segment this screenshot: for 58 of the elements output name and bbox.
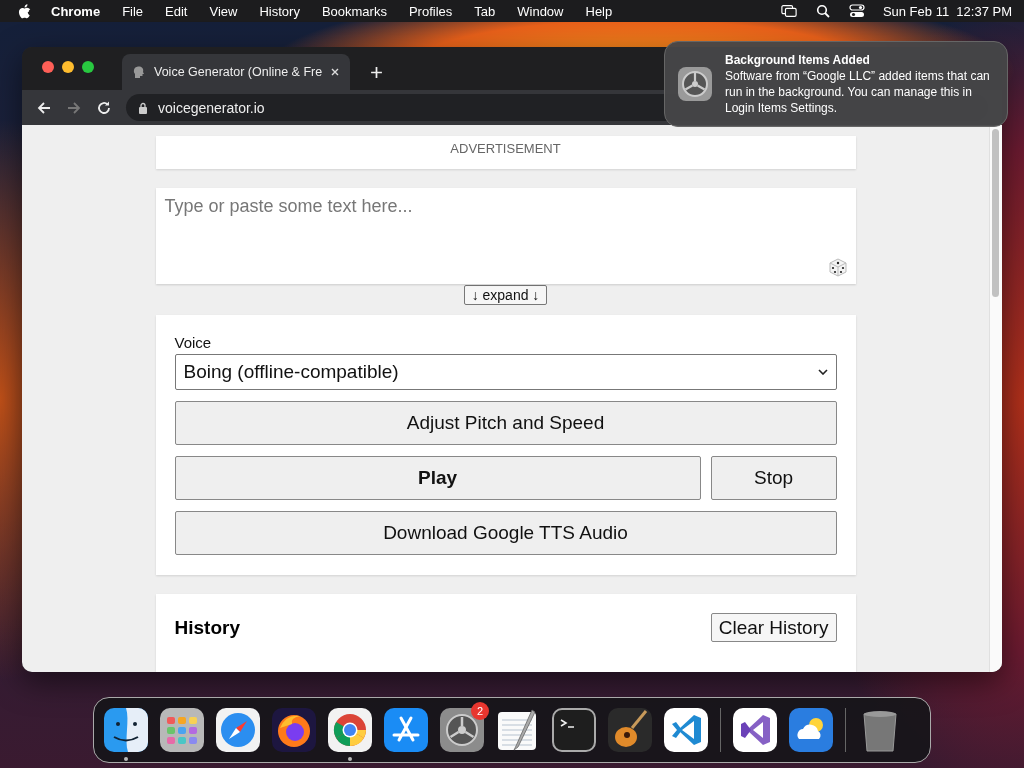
dice-icon[interactable] [826,256,849,278]
close-window-button[interactable] [42,60,54,73]
menu-item[interactable]: Window [517,3,564,19]
smiling-face-icon[interactable] [104,708,148,752]
code-editor-icon[interactable] [664,708,708,752]
history-heading: History [174,616,240,639]
advertisement-label: ADVERTISEMENT [450,141,561,156]
menu-item[interactable]: File [122,3,144,19]
fox-globe-icon[interactable] [272,708,316,752]
new-tab-icon[interactable] [370,66,383,79]
url-text: voicegenerator.io [158,99,265,116]
chevron-down-icon [817,369,828,375]
text-input-field[interactable]: Type or paste some text here... [155,188,856,284]
close-icon[interactable] [330,67,340,77]
menu-item[interactable]: Help [585,3,613,19]
expand-button[interactable]: ↓ expand ↓ [463,285,548,305]
back-arrow-icon[interactable] [36,99,52,116]
reload-icon[interactable] [96,99,112,116]
app-store-icon[interactable] [384,708,428,752]
gear-icon[interactable] [440,708,484,752]
menu-item[interactable]: Edit [165,3,188,19]
voice-dropdown[interactable]: Boing (offline-compatible) [174,354,837,390]
head-profile-icon [132,65,146,79]
apple-logo-icon[interactable] [18,3,31,19]
sun-cloud-icon[interactable] [789,708,833,752]
menu-item[interactable]: Tab [474,3,496,19]
terminal-icon[interactable] [552,708,596,752]
app-grid-icon[interactable] [160,708,204,752]
forward-arrow-icon[interactable] [66,99,82,116]
menu-item[interactable]: Profiles [408,3,453,19]
zoom-window-button[interactable] [82,60,94,73]
search-icon[interactable] [814,4,831,18]
guitar-icon[interactable] [608,708,652,752]
infinity-ribbon-icon[interactable] [733,708,777,752]
clear-history-button[interactable]: Clear History [710,613,837,642]
menu-item[interactable]: Chrome [51,3,101,19]
stop-button[interactable]: Stop [710,456,837,500]
notification-title: Background Items Added [725,52,871,68]
menu-item[interactable]: Bookmarks [321,3,387,19]
tab-title: Voice Generator (Online & Fre [154,65,322,79]
compass-icon[interactable] [216,708,260,752]
control-center-icon[interactable] [848,4,865,18]
browser-tab[interactable]: Voice Generator (Online & Fre [122,54,350,90]
menu-bar-clock[interactable]: Sun Feb 11 12:37 PM [882,3,1012,19]
menu-item[interactable]: History [259,3,300,19]
notification-toast[interactable]: Background Items Added Software from “Google LLC” added items that can run in the background. You can manage this in Login Items Settings. [664,41,1008,127]
menu-item[interactable]: View [209,3,238,19]
download-audio-button[interactable]: Download Google TTS Audio [174,511,837,555]
screen-mirroring-icon[interactable] [780,4,797,18]
lock-icon [138,101,148,114]
notification-badge: 2 [471,702,489,720]
chrome-icon[interactable] [328,708,372,752]
scrollbar-thumb[interactable] [992,129,999,297]
minimize-window-button[interactable] [62,60,74,73]
play-button[interactable]: Play [174,456,701,500]
voice-label: Voice [174,334,213,351]
adjust-pitch-speed-button[interactable]: Adjust Pitch and Speed [174,401,837,445]
gear-icon [677,66,713,102]
